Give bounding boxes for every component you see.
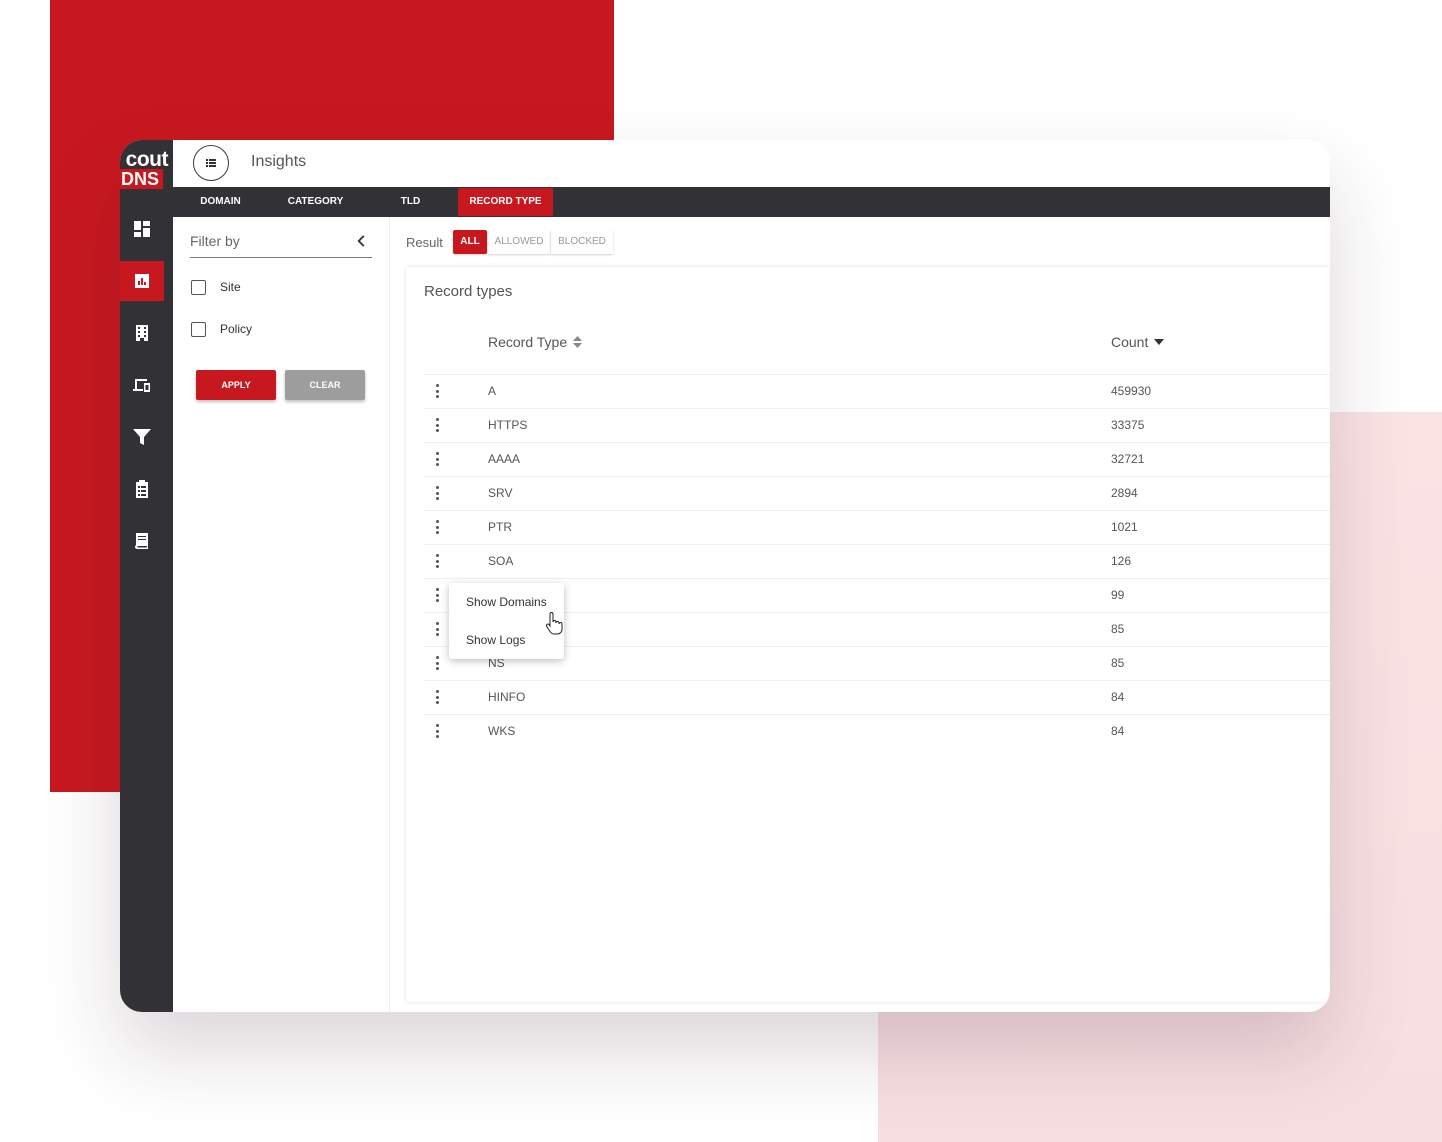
sort-desc-icon <box>1154 339 1165 345</box>
list-icon <box>206 159 216 167</box>
count-cell: 2894 <box>1111 486 1138 500</box>
sidebar-item-filters[interactable] <box>120 417 164 457</box>
tab-bar: DOMAIN CATEGORY TLD RECORD TYPE <box>173 187 1330 217</box>
policy-checkbox[interactable] <box>191 321 206 337</box>
sort-icon <box>573 336 583 348</box>
result-allowed-button[interactable]: ALLOWED <box>488 230 550 254</box>
filter-option-policy[interactable]: Policy <box>191 319 252 339</box>
count-cell: 85 <box>1111 622 1125 636</box>
filter-option-site[interactable]: Site <box>191 277 241 297</box>
count-cell: 126 <box>1111 554 1132 568</box>
record-type-cell: SOA <box>488 554 514 568</box>
table-row: A 459930 <box>424 374 1330 408</box>
record-type-cell: HINFO <box>488 690 526 704</box>
table-row: SOA 126 <box>424 544 1330 578</box>
row-menu-icon[interactable] <box>434 520 440 536</box>
card-title: Record types <box>424 283 513 300</box>
clipboard-icon <box>136 480 148 498</box>
policy-label: Policy <box>220 322 253 336</box>
count-cell: 32721 <box>1111 452 1145 466</box>
record-type-cell: A <box>488 384 497 398</box>
count-cell: 459930 <box>1111 384 1152 398</box>
dashboard-icon <box>134 221 150 237</box>
record-type-cell: HTTPS <box>488 418 528 432</box>
sidebar-item-docs[interactable] <box>120 521 164 561</box>
row-menu-icon[interactable] <box>434 554 440 570</box>
record-type-cell: SRV <box>488 486 513 500</box>
sidebar-item-policies[interactable] <box>120 469 164 509</box>
clear-button[interactable]: CLEAR <box>285 370 365 400</box>
logo-text-bottom: DNS <box>120 169 163 189</box>
filter-panel: Filter by Site Policy APPLY CLEAR <box>173 217 390 1012</box>
app-window: cout DNS Insights DOMAIN CATEGORY TLD RE… <box>120 140 1330 1012</box>
tab-tld[interactable]: TLD <box>378 188 443 216</box>
table-row: HTTPS 33375 <box>424 408 1330 442</box>
count-cell: 1021 <box>1111 520 1138 534</box>
result-blocked-button[interactable]: BLOCKED <box>551 230 613 254</box>
sidebar-item-dashboard[interactable] <box>120 209 164 249</box>
table-row: SRV 2894 <box>424 476 1330 510</box>
table-body: A 459930 HTTPS 33375 AAAA 32721 SRV 2894 PTR… <box>424 374 1330 748</box>
row-menu-icon[interactable] <box>434 452 440 468</box>
filter-icon <box>133 429 151 445</box>
book-icon <box>135 533 148 549</box>
sidebar: cout DNS <box>120 140 173 1012</box>
record-type-cell: AAAA <box>488 452 521 466</box>
devices-icon <box>133 379 150 392</box>
filter-header: Filter by <box>190 227 372 258</box>
show-domains-menu-item[interactable]: Show Domains <box>466 595 547 609</box>
tab-record-type[interactable]: RECORD TYPE <box>458 188 553 216</box>
column-header-label: Count <box>1111 334 1149 350</box>
hand-pointer-icon <box>545 612 563 635</box>
record-type-cell: WKS <box>488 724 516 738</box>
table-row: PTR 1021 <box>424 510 1330 544</box>
column-header-label: Record Type <box>488 334 568 350</box>
count-cell: 84 <box>1111 724 1125 738</box>
row-menu-icon[interactable] <box>434 418 440 434</box>
apply-button[interactable]: APPLY <box>196 370 276 400</box>
column-header-record-type[interactable]: Record Type <box>488 334 583 350</box>
count-cell: 84 <box>1111 690 1125 704</box>
tab-domain[interactable]: DOMAIN <box>183 188 258 216</box>
table-row: WKS 84 <box>424 714 1330 748</box>
record-type-cell: PTR <box>488 520 512 534</box>
insights-chart-icon <box>135 274 149 288</box>
count-cell: 33375 <box>1111 418 1145 432</box>
tab-category[interactable]: CATEGORY <box>273 188 358 216</box>
row-menu-icon[interactable] <box>434 384 440 400</box>
row-menu-icon[interactable] <box>434 656 440 672</box>
chevron-left-icon[interactable] <box>356 235 368 247</box>
app-logo[interactable]: cout DNS <box>120 146 173 192</box>
site-checkbox[interactable] <box>191 279 206 295</box>
row-menu-icon[interactable] <box>434 724 440 740</box>
count-cell: 85 <box>1111 656 1125 670</box>
column-header-count[interactable]: Count <box>1111 334 1165 350</box>
row-menu-icon[interactable] <box>434 588 440 604</box>
table-row: HINFO 84 <box>424 680 1330 714</box>
row-menu-icon[interactable] <box>434 690 440 706</box>
site-label: Site <box>220 280 241 294</box>
filter-title: Filter by <box>190 233 240 249</box>
sidebar-item-insights[interactable] <box>120 261 164 301</box>
menu-button[interactable] <box>193 145 229 181</box>
result-label: Result <box>406 235 443 250</box>
sidebar-item-devices[interactable] <box>120 365 164 405</box>
building-icon <box>136 325 148 341</box>
row-menu-icon[interactable] <box>434 622 440 638</box>
show-logs-menu-item[interactable]: Show Logs <box>466 633 525 647</box>
result-all-button[interactable]: ALL <box>453 230 487 254</box>
table-row: AAAA 32721 <box>424 442 1330 476</box>
row-menu-icon[interactable] <box>434 486 440 502</box>
sidebar-item-sites[interactable] <box>120 313 164 353</box>
count-cell: 99 <box>1111 588 1125 602</box>
top-bar: Insights <box>173 140 1330 187</box>
page-title: Insights <box>251 153 307 170</box>
